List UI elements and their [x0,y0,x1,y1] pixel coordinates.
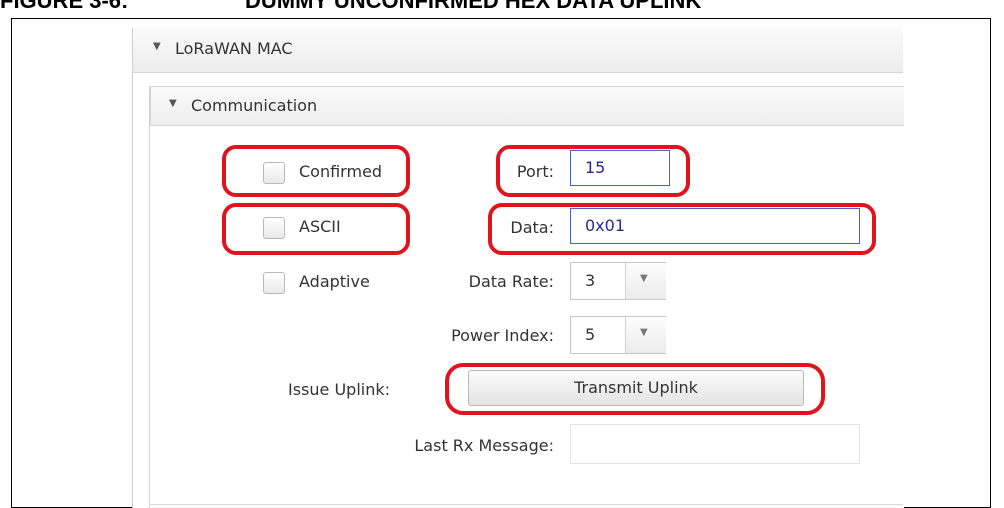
last-rx-message-label: Last Rx Message: [414,436,554,455]
port-label: Port: [516,162,554,181]
issue-uplink-label: Issue Uplink: [287,380,390,399]
triangle-down-icon[interactable]: ▼ [169,98,177,109]
port-input[interactable]: 15 [570,150,670,186]
power-index-label: Power Index: [451,326,554,345]
communication-title: Communication [191,96,318,115]
chevron-down-icon: ▼ [640,327,648,338]
lorawan-mac-header[interactable]: ▼ LoRaWAN MAC [133,28,903,73]
last-rx-message-field [570,424,860,464]
data-rate-dropdown-button[interactable]: ▼ [625,263,666,299]
figure-caption: DUMMY UNCONFIRMED HEX DATA UPLINK [245,0,702,13]
lorawan-mac-title: LoRaWAN MAC [175,39,293,58]
confirmed-label: Confirmed [299,162,383,181]
data-rate-value: 3 [585,271,596,290]
confirmed-checkbox[interactable] [263,162,285,184]
data-rate-select[interactable]: 3 ▼ [570,262,666,300]
triangle-down-icon[interactable]: ▼ [153,41,161,52]
power-index-value: 5 [585,325,596,344]
data-label: Data: [510,218,554,237]
ascii-label: ASCII [299,217,341,236]
ascii-checkbox[interactable] [263,217,285,239]
transmit-uplink-button[interactable]: Transmit Uplink [468,370,804,406]
adaptive-label: Adaptive [299,272,370,291]
data-rate-label: Data Rate: [468,272,554,291]
adaptive-checkbox[interactable] [263,272,285,294]
communication-header[interactable]: ▼ Communication [150,86,904,126]
chevron-down-icon: ▼ [640,273,648,284]
power-index-dropdown-button[interactable]: ▼ [625,317,666,353]
figure-title: FIGURE 3-6: DUMMY UNCONFIRMED HEX DATA UP… [0,0,701,14]
panel-divider [149,504,903,505]
data-input[interactable]: 0x01 [570,208,860,244]
power-index-select[interactable]: 5 ▼ [570,316,666,354]
figure-number: FIGURE 3-6: [0,0,129,13]
